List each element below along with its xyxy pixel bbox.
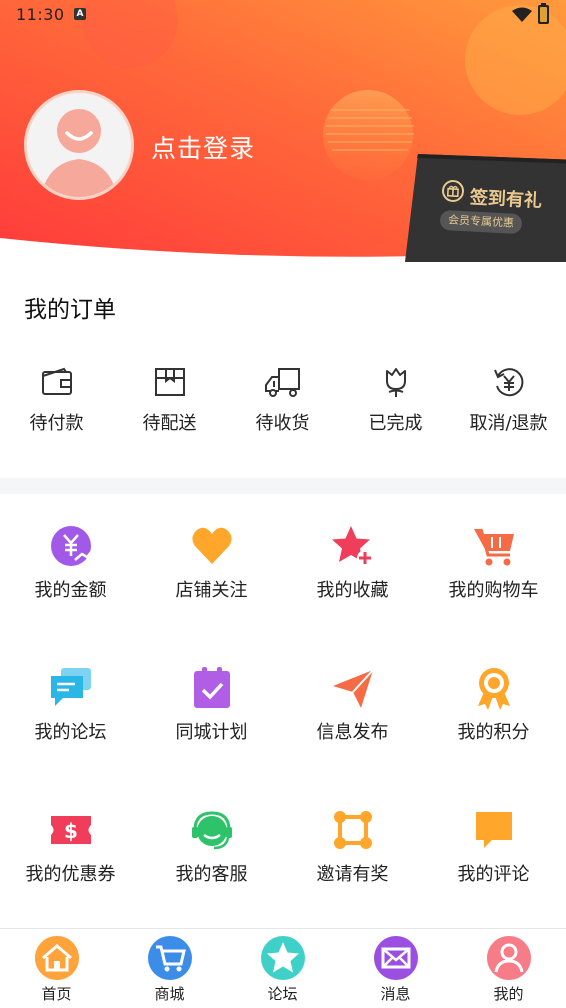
grid-item-label: 我的优惠券 xyxy=(25,864,116,885)
grid-item-points[interactable]: 我的积分 xyxy=(423,666,564,744)
forum-star-icon xyxy=(260,936,305,980)
flower-icon xyxy=(385,368,406,397)
mail-icon xyxy=(373,936,418,980)
box-icon xyxy=(154,368,185,396)
grid-item-label: 我的积分 xyxy=(457,722,530,743)
cart-icon xyxy=(473,528,514,566)
order-pending-receipt[interactable]: 待收货 xyxy=(226,365,339,435)
grid-item-label: 我的收藏 xyxy=(316,580,389,601)
user-avatar-icon xyxy=(41,109,117,197)
headset-icon xyxy=(191,811,232,850)
grid-item-label: 我的金额 xyxy=(34,580,107,601)
grid-item-followed-shops[interactable]: 店铺关注 xyxy=(141,524,282,602)
tab-label: 首页 xyxy=(41,985,72,1003)
shop-cart-icon xyxy=(147,936,192,980)
star-add-icon xyxy=(331,526,373,566)
grid-item-label: 邀请有奖 xyxy=(316,864,389,885)
order-pending-delivery[interactable]: 待配送 xyxy=(113,365,226,435)
grid-item-invite-reward[interactable]: 邀请有奖 xyxy=(282,808,423,886)
tab-home[interactable]: 首页 xyxy=(0,935,113,1004)
paper-plane-icon xyxy=(332,669,374,708)
grid-item-label: 我的论坛 xyxy=(34,722,107,743)
order-completed[interactable]: 已完成 xyxy=(339,365,452,435)
grid-item-balance[interactable]: 我的金额 xyxy=(0,524,141,602)
chat-icon xyxy=(50,668,91,706)
order-label: 待收货 xyxy=(255,413,310,434)
order-label: 已完成 xyxy=(368,413,423,434)
order-refund[interactable]: 取消/退款 xyxy=(452,365,565,435)
login-link[interactable]: 点击登录 xyxy=(151,129,255,165)
grid-item-favorites[interactable]: 我的收藏 xyxy=(282,524,423,602)
truck-icon xyxy=(264,368,300,397)
share-nodes-icon xyxy=(333,811,372,849)
grid-item-reviews[interactable]: 我的评论 xyxy=(423,808,564,886)
tab-label: 消息 xyxy=(380,985,411,1003)
section-divider xyxy=(0,478,566,494)
tab-shop[interactable]: 商城 xyxy=(113,935,226,1004)
grid-item-label: 同城计划 xyxy=(175,722,248,743)
orders-section-title: 我的订单 xyxy=(24,297,116,323)
order-pending-payment[interactable]: 待付款 xyxy=(0,365,113,435)
grid-item-cart[interactable]: 我的购物车 xyxy=(423,524,564,602)
checkin-subtitle: 会员专属优惠 xyxy=(439,209,523,235)
status-bar: 11:30 A xyxy=(0,0,566,30)
svg-text:$: $ xyxy=(64,819,78,843)
grid-item-coupons[interactable]: $ 我的优惠券 xyxy=(0,808,141,886)
grid-item-label: 我的客服 xyxy=(175,864,248,885)
grid-item-local-plan[interactable]: 同城计划 xyxy=(141,666,282,744)
coupon-icon: $ xyxy=(50,816,91,844)
status-time: 11:30 xyxy=(16,5,65,24)
home-icon xyxy=(34,936,79,980)
order-label: 待配送 xyxy=(142,413,197,434)
refund-icon xyxy=(493,368,523,397)
orders-status-row: 待付款 待配送 待收货 已完成 取消/退款 xyxy=(0,365,566,445)
medal-icon xyxy=(477,668,510,710)
notification-badge-icon: A xyxy=(74,8,86,20)
gift-icon xyxy=(442,180,464,202)
wallet-icon xyxy=(41,367,72,395)
tab-label: 论坛 xyxy=(267,985,298,1003)
wifi-icon xyxy=(512,7,532,22)
grid-item-forum[interactable]: 我的论坛 xyxy=(0,666,141,744)
tab-messages[interactable]: 消息 xyxy=(339,935,452,1004)
order-label: 待付款 xyxy=(29,413,84,434)
grid-item-label: 信息发布 xyxy=(316,722,389,743)
tab-profile[interactable]: 我的 xyxy=(452,935,565,1004)
avatar[interactable] xyxy=(24,90,134,200)
checkin-title[interactable]: 签到有礼 xyxy=(469,183,542,213)
bottom-tab-bar: 首页 商城 论坛 消息 我的 xyxy=(0,928,566,1008)
grid-item-post-info[interactable]: 信息发布 xyxy=(282,666,423,744)
grid-item-customer-service[interactable]: 我的客服 xyxy=(141,808,282,886)
grid-item-label: 店铺关注 xyxy=(175,580,248,601)
money-icon xyxy=(50,526,93,566)
clipboard-check-icon xyxy=(193,667,230,708)
tab-label: 商城 xyxy=(154,985,185,1003)
order-label: 取消/退款 xyxy=(469,413,548,434)
tab-forum[interactable]: 论坛 xyxy=(226,935,339,1004)
profile-icon xyxy=(486,936,531,980)
grid-item-label: 我的购物车 xyxy=(448,580,539,601)
tab-label: 我的 xyxy=(493,985,524,1003)
heart-icon xyxy=(191,527,232,564)
comment-icon xyxy=(475,812,512,848)
battery-icon xyxy=(538,3,549,24)
grid-item-label: 我的评论 xyxy=(457,864,530,885)
profile-header: 11:30 A 点击登录 签到有礼 会员专属优惠 xyxy=(0,0,566,262)
